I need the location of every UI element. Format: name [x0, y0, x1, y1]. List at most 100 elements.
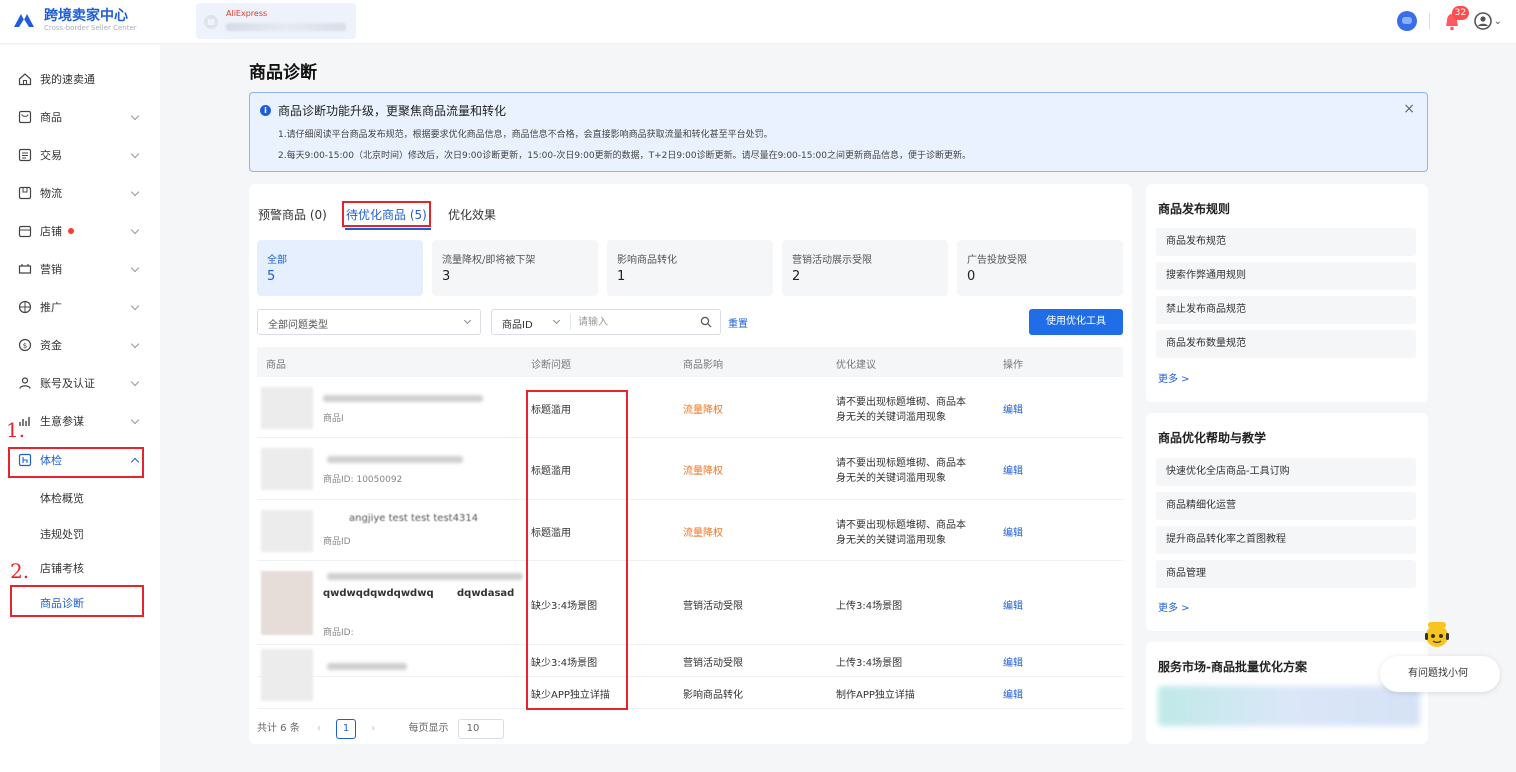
- edit-link[interactable]: 编辑: [1003, 654, 1023, 669]
- rule-link[interactable]: 商品发布数量规范: [1156, 330, 1416, 358]
- chat-icon[interactable]: [1396, 11, 1417, 31]
- next-page-icon[interactable]: ›: [371, 723, 375, 734]
- chevron-down-icon: [130, 111, 140, 121]
- stat-marketing-limited[interactable]: 营销活动展示受限 2: [782, 240, 948, 296]
- stat-label: 广告投放受限: [967, 255, 1027, 266]
- product-thumbnail: [261, 387, 313, 429]
- notice-banner: i 商品诊断功能升级，更聚焦商品流量和转化 1.请仔细阅读平台商品发布规范，根据…: [249, 92, 1428, 172]
- funds-icon: $: [18, 338, 32, 352]
- id-type-select[interactable]: 商品ID: [502, 316, 533, 331]
- sidebar-item-marketing[interactable]: 营销: [18, 257, 142, 281]
- chevron-down-icon: [552, 316, 561, 325]
- reset-link[interactable]: 重置: [728, 315, 748, 330]
- help-link[interactable]: 快速优化全店商品-工具订购: [1156, 458, 1416, 486]
- tab-warning-products[interactable]: 预警商品 (0): [258, 206, 327, 223]
- bell-icon[interactable]: 32: [1442, 6, 1470, 32]
- help-link[interactable]: 商品管理: [1156, 560, 1416, 588]
- suggestion-line: 请不要出现标题堆砌、商品本: [836, 520, 966, 531]
- sidebar-item-logistics[interactable]: 物流: [18, 181, 142, 205]
- product-id: 商品ID:: [323, 628, 354, 638]
- product-thumbnail: [261, 510, 313, 552]
- sidebar-item-label: 营销: [40, 263, 62, 276]
- sidebar-item-label: 生意参谋: [40, 415, 84, 428]
- product-search[interactable]: 商品ID: [491, 309, 721, 335]
- tab-optimization-effect[interactable]: 优化效果: [448, 206, 496, 223]
- sidebar-item-label: 我的速卖通: [40, 73, 95, 86]
- help-link[interactable]: 提升商品转化率之首图教程: [1156, 526, 1416, 554]
- sidebar-item-label: 物流: [40, 187, 62, 200]
- prev-page-icon[interactable]: ‹: [317, 723, 321, 734]
- rule-link[interactable]: 搜索作弊通用规则: [1156, 262, 1416, 290]
- help-panel: 商品优化帮助与教学 快速优化全店商品-工具订购 商品精细化运营 提升商品转化率之…: [1146, 413, 1428, 631]
- close-icon[interactable]: ×: [1403, 101, 1415, 117]
- edit-link[interactable]: 编辑: [1003, 401, 1023, 416]
- stat-conversion-impact[interactable]: 影响商品转化 1: [607, 240, 773, 296]
- stat-label: 影响商品转化: [617, 255, 677, 266]
- rule-link[interactable]: 禁止发布商品规范: [1156, 296, 1416, 324]
- help-link[interactable]: 商品精细化运营: [1156, 492, 1416, 520]
- logo-subtitle: Cross-border Seller Center: [44, 24, 137, 32]
- publish-rules-panel: 商品发布规则 商品发布规范 搜索作弊通用规则 禁止发布商品规范 商品发布数量规范…: [1146, 184, 1428, 402]
- sidebar-item-analytics[interactable]: 生意参谋: [18, 409, 142, 433]
- notification-badge: 32: [1451, 6, 1470, 20]
- search-icon[interactable]: [700, 316, 712, 328]
- panel-title: 服务市场-商品批量优化方案: [1158, 660, 1307, 674]
- issue-type-select[interactable]: 全部问题类型: [257, 309, 481, 335]
- rule-link[interactable]: 商品发布规范: [1156, 228, 1416, 256]
- market-banner-image[interactable]: [1158, 686, 1420, 726]
- logo[interactable]: 跨境卖家中心 Cross-border Seller Center: [12, 9, 137, 33]
- sidebar-sub-item-store-assessment[interactable]: 店铺考核: [40, 560, 84, 576]
- divider: [570, 314, 571, 330]
- stat-value: 3: [442, 269, 451, 284]
- table-row: 商品I 标题滥用 流量降权 请不要出现标题堆砌、商品本 身无关的关键词滥用现象 …: [257, 377, 1123, 438]
- more-link[interactable]: 更多 >: [1158, 370, 1190, 385]
- annotation-box-health-check: [8, 447, 144, 478]
- marketing-icon: [18, 262, 32, 276]
- optimize-tool-button[interactable]: 使用优化工具: [1029, 309, 1123, 335]
- product-impact: 流量降权: [683, 405, 723, 416]
- sidebar-item-home[interactable]: 我的速卖通: [18, 67, 142, 91]
- home-icon: [18, 72, 32, 86]
- sidebar-item-promotion[interactable]: 推广: [18, 295, 142, 319]
- per-page-select[interactable]: 10: [457, 719, 504, 739]
- annotation-box-diagnosis-issues: [526, 390, 628, 710]
- service-market-panel: 服务市场-商品批量优化方案: [1146, 642, 1428, 744]
- sidebar-sub-item-violations[interactable]: 违规处罚: [40, 526, 84, 542]
- more-link[interactable]: 更多 >: [1158, 599, 1190, 614]
- per-page-label: 每页显示: [408, 723, 449, 734]
- edit-link[interactable]: 编辑: [1003, 597, 1023, 612]
- product-title-blurred: [327, 456, 463, 463]
- edit-link[interactable]: 编辑: [1003, 686, 1023, 701]
- select-value: 全部问题类型: [268, 320, 328, 331]
- edit-link[interactable]: 编辑: [1003, 524, 1023, 539]
- notice-title: 商品诊断功能升级，更聚焦商品流量和转化: [278, 104, 507, 118]
- product-thumbnail: [261, 448, 313, 490]
- edit-link[interactable]: 编辑: [1003, 462, 1023, 477]
- info-icon: i: [260, 105, 271, 116]
- chevron-down-icon: [130, 377, 140, 387]
- sidebar-item-label: 商品: [40, 111, 62, 124]
- user-menu[interactable]: ⌄: [1473, 12, 1502, 30]
- stat-ads-limited[interactable]: 广告投放受限 0: [957, 240, 1123, 296]
- sidebar-sub-item-overview[interactable]: 体检概览: [40, 490, 84, 506]
- mascot-icon[interactable]: [1422, 618, 1452, 662]
- stat-traffic-downgrade[interactable]: 流量降权/即将被下架 3: [432, 240, 598, 296]
- page-number[interactable]: 1: [336, 719, 357, 739]
- stat-label: 营销活动展示受限: [792, 255, 872, 266]
- search-input[interactable]: [578, 313, 688, 331]
- product-title: angjiye test test test4314: [349, 513, 479, 524]
- help-assistant-label: 有问题找小何: [1408, 668, 1468, 679]
- stat-label: 流量降权/即将被下架: [442, 255, 536, 266]
- sidebar-item-funds[interactable]: $ 资金: [18, 333, 142, 357]
- chevron-down-icon: [130, 149, 140, 159]
- sidebar-item-store[interactable]: 店铺: [18, 219, 142, 243]
- sidebar-item-trade[interactable]: 交易: [18, 143, 142, 167]
- sidebar-item-account[interactable]: 账号及认证: [18, 371, 142, 395]
- table-row: qwdwqdqwdqwdwq dqwdasad 商品ID: 缺少3:4场景图 营…: [257, 561, 1123, 645]
- stat-value: 0: [967, 269, 976, 284]
- product-title-blurred: [327, 663, 407, 670]
- sidebar-item-product[interactable]: 商品: [18, 105, 142, 129]
- store-switcher[interactable]: ▤ AliExpress: [196, 3, 356, 39]
- stat-all[interactable]: 全部 5: [257, 240, 423, 296]
- panel-title: 商品优化帮助与教学: [1158, 431, 1267, 445]
